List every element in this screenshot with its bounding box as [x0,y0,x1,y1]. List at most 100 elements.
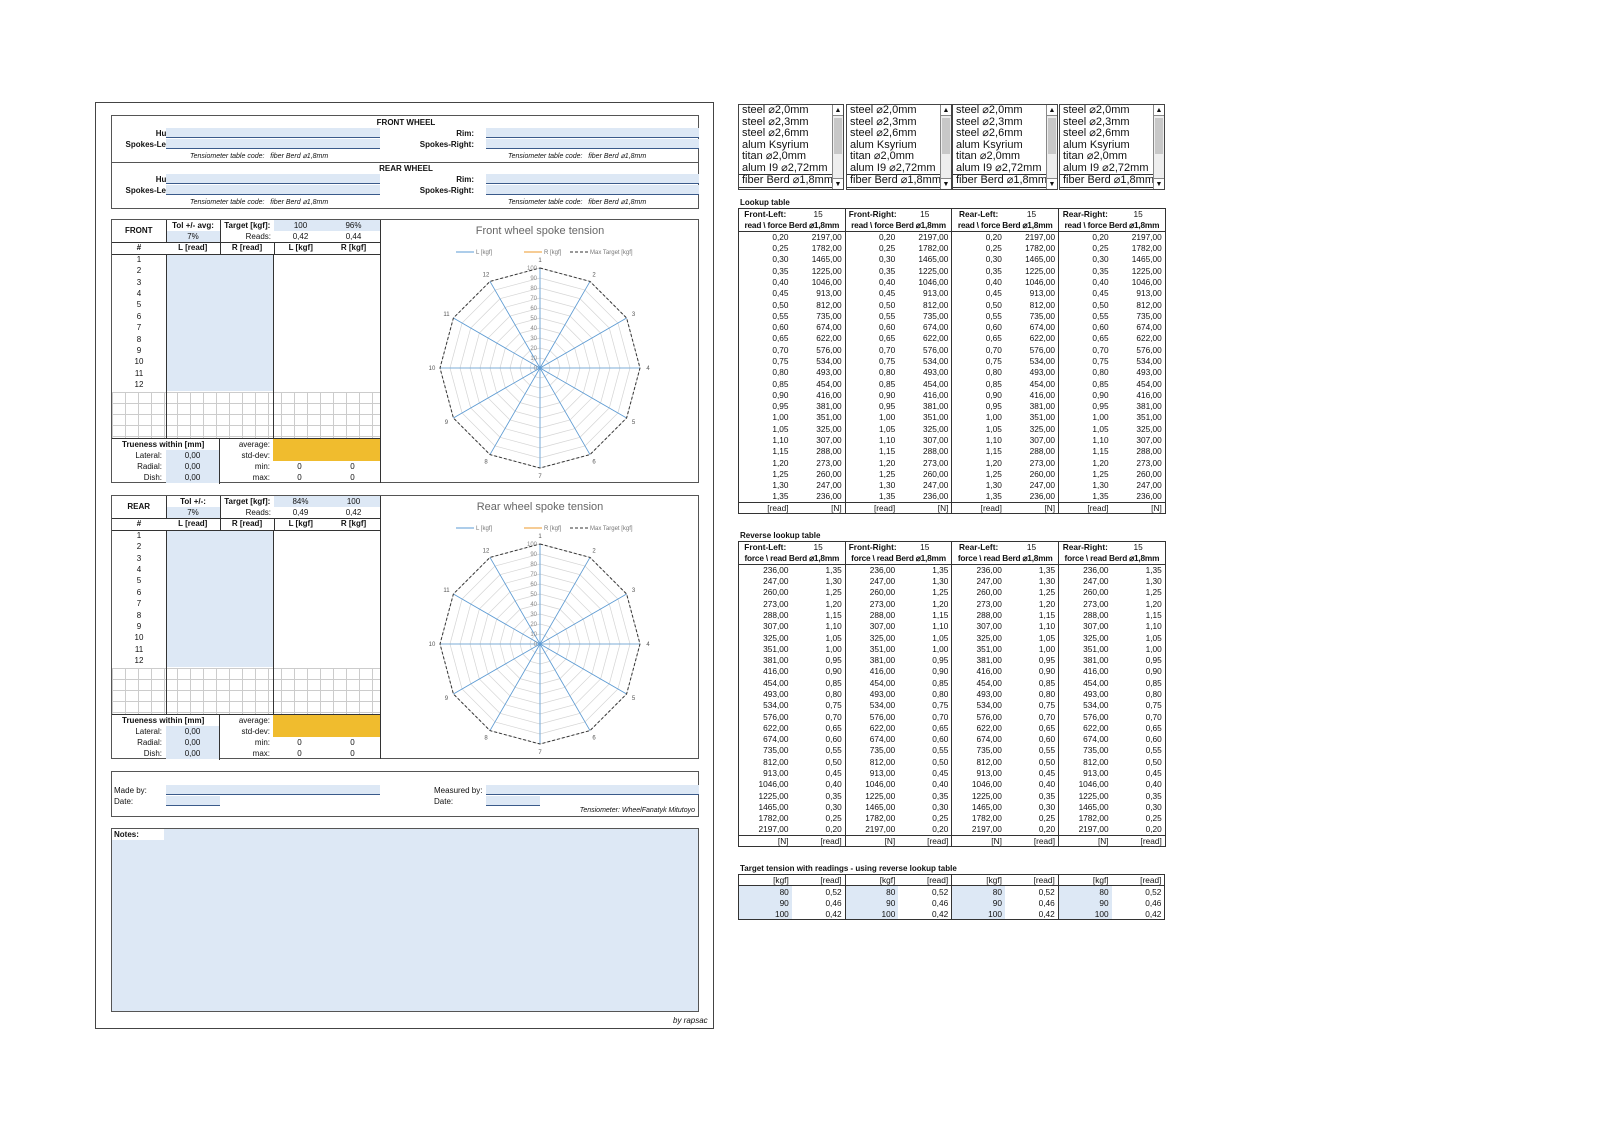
listbox-item[interactable]: alum I9 ⌀2,72mm [1060,162,1164,175]
spoke-l-read-cell[interactable] [166,609,220,622]
listbox-item[interactable]: steel ⌀2,6mm [847,127,951,140]
target-kgf-cell[interactable]: 100 [844,908,899,920]
spoke-r-read-cell[interactable] [220,598,274,610]
spoke-l-read-cell[interactable] [166,265,220,277]
front-rim-field[interactable] [486,128,699,138]
target-kgf-cell[interactable]: 90 [1057,897,1112,909]
front-spokes-right-field[interactable] [486,139,699,149]
rear-dish-value[interactable]: 0,00 [166,748,219,759]
listbox-item[interactable]: fiber Berd ⌀1,8mm [953,174,1057,188]
tensiometer-listbox[interactable]: steel ⌀2,0mm steel ⌀2,3mm steel ⌀2,6mm alum… [1059,104,1165,190]
spoke-r-read-cell[interactable] [220,299,274,312]
target-kgf-cell[interactable]: 100 [738,908,792,920]
spoke-r-read-cell[interactable] [220,276,274,289]
front-dish-value[interactable]: 0,00 [166,472,219,483]
scroll-down-icon[interactable]: ▼ [1154,178,1164,189]
spoke-r-read-cell[interactable] [220,587,274,599]
rear-lateral-value[interactable]: 0,00 [166,726,219,737]
rear-hub-field[interactable] [166,174,380,184]
spoke-r-read-cell[interactable] [220,575,274,588]
listbox-item[interactable]: titan ⌀2,0mm [847,150,951,163]
spoke-l-read-cell[interactable] [166,254,220,266]
scroll-up-icon[interactable]: ▲ [1154,105,1164,116]
listbox-item[interactable]: alum I9 ⌀2,72mm [739,162,843,175]
listbox-item[interactable]: fiber Berd ⌀1,8mm [739,174,843,188]
front-radial-value[interactable]: 0,00 [166,461,219,472]
spoke-l-read-cell[interactable] [166,552,220,565]
listbox-item[interactable]: alum I9 ⌀2,72mm [953,162,1057,175]
listbox-item[interactable]: fiber Berd ⌀1,8mm [1060,174,1164,188]
front-tol-value[interactable]: 7% [166,231,221,244]
spoke-l-read-cell[interactable] [166,356,220,369]
rear-rim-field[interactable] [486,174,699,184]
spoke-r-read-cell[interactable] [220,564,274,576]
target-kgf-cell[interactable]: 80 [738,885,792,898]
listbox-item[interactable]: titan ⌀2,0mm [739,150,843,163]
made-by-field[interactable] [166,785,380,795]
spoke-r-read-cell[interactable] [220,552,274,565]
target-kgf-cell[interactable]: 90 [738,897,792,909]
listbox-scrollbar[interactable]: ▲ ▼ [1153,105,1164,189]
spoke-r-read-cell[interactable] [220,644,274,656]
spoke-l-read-cell[interactable] [166,621,220,633]
spoke-r-read-cell[interactable] [220,288,274,300]
spoke-l-read-cell[interactable] [166,598,220,610]
scroll-up-icon[interactable]: ▲ [833,105,843,116]
spoke-r-read-cell[interactable] [220,345,274,357]
listbox-item[interactable]: alum I9 ⌀2,72mm [847,162,951,175]
listbox-scrollbar[interactable]: ▲ ▼ [832,105,843,189]
spoke-l-read-cell[interactable] [166,564,220,576]
spoke-l-read-cell[interactable] [166,530,220,542]
spoke-r-read-cell[interactable] [220,541,274,553]
spoke-l-read-cell[interactable] [166,587,220,599]
listbox-item[interactable]: steel ⌀2,0mm [953,105,1057,117]
front-hub-field[interactable] [166,128,380,138]
target-kgf-cell[interactable]: 80 [1057,885,1112,898]
spoke-l-read-cell[interactable] [166,299,220,312]
spoke-r-read-cell[interactable] [220,609,274,622]
rear-tol-value[interactable]: 7% [166,507,221,520]
notes-field[interactable] [112,840,698,1011]
spoke-l-read-cell[interactable] [166,379,220,391]
listbox-item[interactable]: titan ⌀2,0mm [953,150,1057,163]
spoke-l-read-cell[interactable] [166,311,220,323]
spoke-l-read-cell[interactable] [166,575,220,588]
spoke-l-read-cell[interactable] [166,322,220,334]
spoke-l-read-cell[interactable] [166,632,220,645]
spoke-l-read-cell[interactable] [166,345,220,357]
spoke-l-read-cell[interactable] [166,276,220,289]
listbox-item[interactable]: fiber Berd ⌀1,8mm [847,174,951,188]
scroll-thumb[interactable] [1155,118,1163,154]
spoke-l-read-cell[interactable] [166,333,220,346]
tensiometer-listbox[interactable]: steel ⌀2,0mm steel ⌀2,3mm steel ⌀2,6mm alum… [952,104,1058,190]
measured-by-field[interactable] [486,785,699,795]
target-kgf-cell[interactable]: 90 [844,897,899,909]
spoke-l-read-cell[interactable] [166,541,220,553]
made-date-field[interactable] [166,796,220,806]
spoke-r-read-cell[interactable] [220,379,274,391]
front-target-value[interactable]: 100 [274,220,327,232]
scroll-thumb[interactable] [1048,118,1056,154]
target-kgf-cell[interactable]: 80 [951,885,1005,898]
listbox-scrollbar[interactable]: ▲ ▼ [1046,105,1057,189]
spoke-r-read-cell[interactable] [220,322,274,334]
scroll-thumb[interactable] [942,118,950,154]
scroll-up-icon[interactable]: ▲ [1047,105,1057,116]
spoke-l-read-cell[interactable] [166,368,220,380]
spoke-r-read-cell[interactable] [220,632,274,645]
spoke-r-read-cell[interactable] [220,265,274,277]
listbox-scrollbar[interactable]: ▲ ▼ [940,105,951,189]
spoke-r-read-cell[interactable] [220,254,274,266]
rear-target-value[interactable]: 84% [274,496,327,508]
spoke-r-read-cell[interactable] [220,530,274,542]
spoke-r-read-cell[interactable] [220,333,274,346]
spoke-r-read-cell[interactable] [220,621,274,633]
listbox-item[interactable]: steel ⌀2,6mm [953,127,1057,140]
listbox-item[interactable]: steel ⌀2,0mm [847,105,951,117]
front-lateral-value[interactable]: 0,00 [166,450,219,461]
target-kgf-cell[interactable]: 100 [1057,908,1112,920]
listbox-item[interactable]: steel ⌀2,0mm [739,105,843,117]
tensiometer-listbox[interactable]: steel ⌀2,0mm steel ⌀2,3mm steel ⌀2,6mm alum… [738,104,844,190]
spoke-l-read-cell[interactable] [166,655,220,667]
target-kgf-cell[interactable]: 80 [844,885,899,898]
